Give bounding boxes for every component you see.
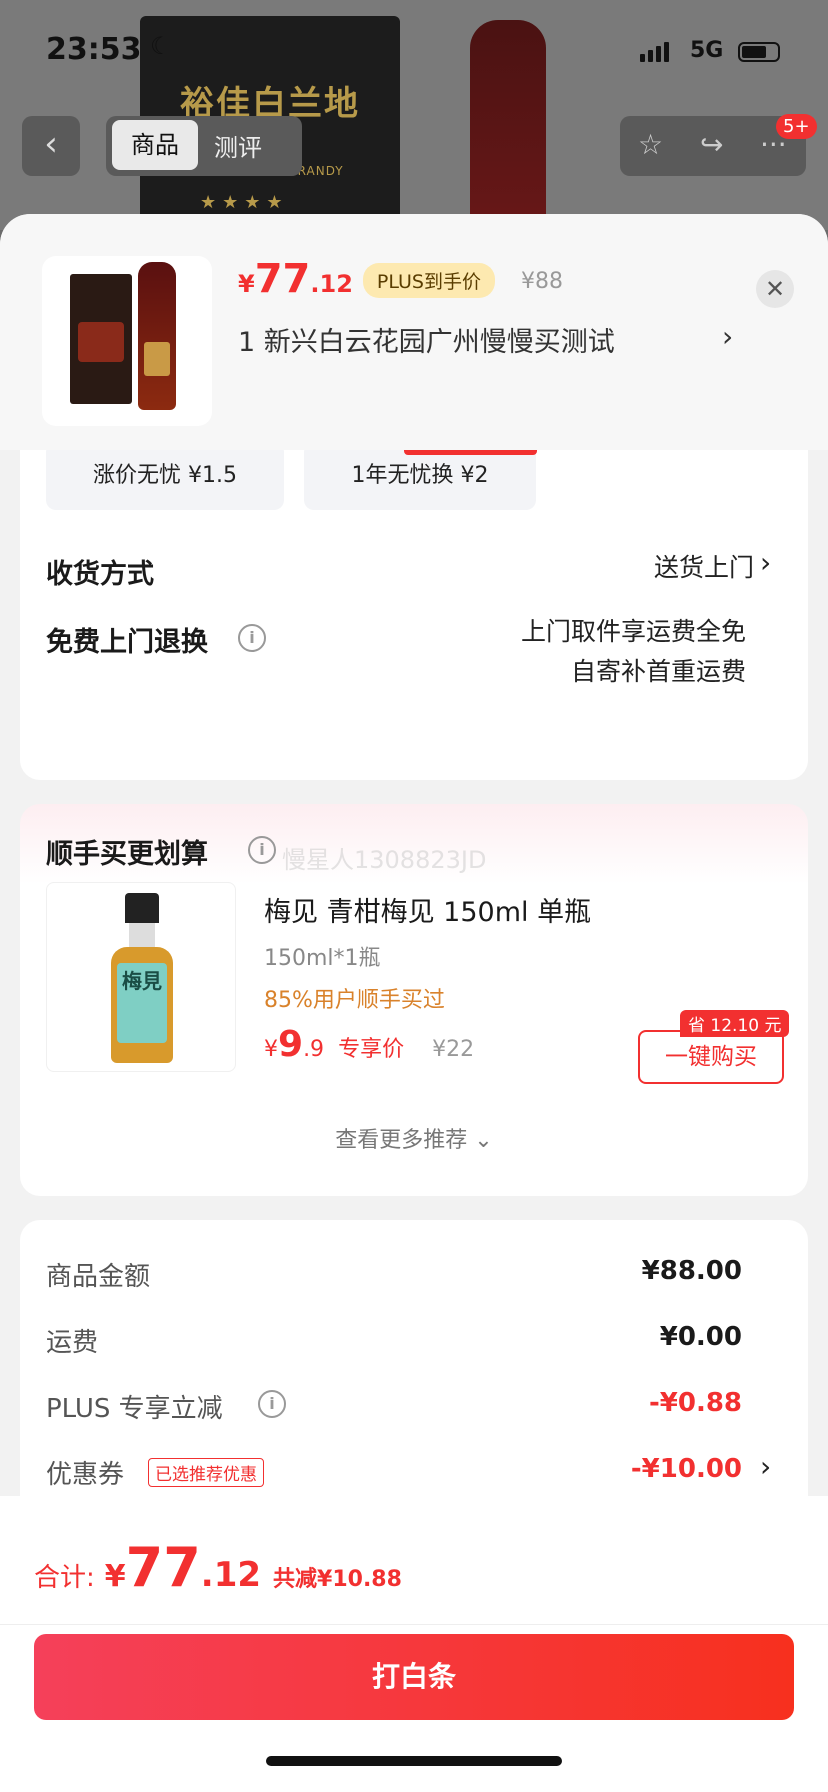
tab-product[interactable]: 商品: [112, 120, 198, 170]
price-currency: ¥: [238, 270, 255, 298]
chevron-right-icon[interactable]: ›: [760, 546, 771, 579]
original-price: ¥88: [520, 269, 563, 294]
divider: [0, 1624, 828, 1625]
thumb-box-image: [70, 274, 132, 404]
upsell-original-price: ¥22: [432, 1037, 475, 1062]
upsell-bought-rate: 85%用户顺手买过: [264, 988, 445, 1013]
delivery-method-title: 收货方式: [46, 559, 154, 590]
one-click-buy-button[interactable]: 一键购买: [638, 1030, 784, 1084]
goods-amount-value: ¥88.00: [641, 1256, 742, 1286]
upsell-product-image[interactable]: 梅見: [46, 882, 236, 1072]
pay-button[interactable]: 打白条: [34, 1634, 794, 1720]
upsell-price: ¥ 9 .9 专享价 ¥22: [264, 1024, 474, 1065]
price-protect-option[interactable]: 涨价无忧 ¥1.5: [46, 442, 284, 510]
checkout-footer: 合计: ¥ 77 .12 共减¥10.88 打白条: [0, 1496, 828, 1792]
product-price: ¥ 77 .12 PLUS到手价 ¥88: [238, 256, 563, 302]
meijian-bottle-image: 梅見: [111, 893, 173, 1063]
box-stars: ★★★★: [200, 192, 289, 213]
product-thumbnail: [42, 256, 212, 426]
upsell-product-name[interactable]: 梅见 青柑梅见 150ml 单瓶: [264, 890, 591, 929]
save-badge: 省 12.10 元: [680, 1010, 790, 1037]
info-icon[interactable]: i: [248, 836, 276, 864]
bottle-label: 梅見: [117, 963, 167, 1043]
delivery-method-value[interactable]: 送货上门: [654, 548, 754, 588]
chevron-right-icon[interactable]: ›: [760, 1450, 771, 1483]
coupon-tag: 已选推荐优惠: [148, 1458, 264, 1487]
moon-icon: ☾: [150, 32, 172, 60]
shipping-label: 运费: [46, 1328, 99, 1358]
free-return-line2: 自寄补首重运费: [570, 657, 746, 686]
upsell-spec: 150ml*1瓶: [264, 946, 381, 971]
back-button[interactable]: ‹: [22, 116, 80, 176]
close-button[interactable]: ✕: [756, 270, 794, 308]
tab-review[interactable]: 测评: [214, 128, 262, 163]
plus-discount-label: PLUS 专享立减: [46, 1394, 223, 1424]
total-decimal: .12: [200, 1555, 262, 1595]
watermark: 慢星人1308823JD: [282, 846, 487, 874]
goods-amount-label: 商品金额: [46, 1262, 151, 1292]
delivery-address[interactable]: 1 新兴白云花园广州慢慢买测试: [238, 320, 615, 359]
coupon-label: 优惠券: [46, 1460, 125, 1490]
plus-discount-value: -¥0.88: [648, 1388, 742, 1418]
coupon-value[interactable]: -¥10.00: [631, 1454, 742, 1484]
thumb-bottle-image: [138, 262, 176, 410]
message-badge: 5+: [776, 114, 817, 139]
star-icon[interactable]: ☆: [638, 128, 663, 161]
share-icon[interactable]: ↪: [700, 128, 723, 161]
upsell-card: 顺手买更划算 i 慢星人1308823JD 梅見 梅见 青柑梅见 150ml 单…: [20, 804, 808, 1196]
upsell-price-tag: 专享价: [338, 1037, 405, 1062]
order-total: 合计: ¥ 77 .12 共减¥10.88: [34, 1536, 402, 1599]
order-sheet: ¥ 77 .12 PLUS到手价 ¥88 1 新兴白云花园广州慢慢买测试 › ✕…: [0, 214, 828, 1792]
upsell-price-decimal: .9: [303, 1037, 325, 1062]
battery-icon: [738, 42, 780, 62]
price-decimal: .12: [310, 270, 353, 298]
upsell-title: 顺手买更划算: [46, 839, 208, 870]
upsell-price-currency: ¥: [264, 1037, 278, 1062]
free-return-line1: 上门取件享运费全免: [520, 617, 746, 646]
status-time: 23:53: [46, 32, 142, 67]
home-indicator: [266, 1756, 562, 1766]
more-recommendations-link[interactable]: 查看更多推荐 ⌄: [20, 1122, 808, 1154]
shipping-value: ¥0.00: [659, 1322, 742, 1352]
plus-price-tag: PLUS到手价: [362, 263, 495, 298]
total-integer: 77: [125, 1536, 201, 1599]
chevron-right-icon[interactable]: ›: [722, 320, 733, 353]
price-integer: 77: [254, 256, 311, 302]
free-return-title: 免费上门退换: [46, 627, 208, 658]
info-icon[interactable]: i: [238, 624, 266, 652]
network-label: 5G: [690, 38, 724, 63]
sheet-header: ¥ 77 .12 PLUS到手价 ¥88 1 新兴白云花园广州慢慢买测试 › ✕: [0, 214, 828, 450]
total-currency: ¥: [104, 1559, 126, 1594]
signal-icon: [640, 42, 669, 62]
info-icon[interactable]: i: [258, 1390, 286, 1418]
total-savings: 共减¥10.88: [273, 1567, 402, 1592]
brandy-bottle-image: [470, 20, 546, 230]
upsell-price-integer: 9: [278, 1024, 304, 1065]
total-label: 合计:: [34, 1563, 95, 1593]
